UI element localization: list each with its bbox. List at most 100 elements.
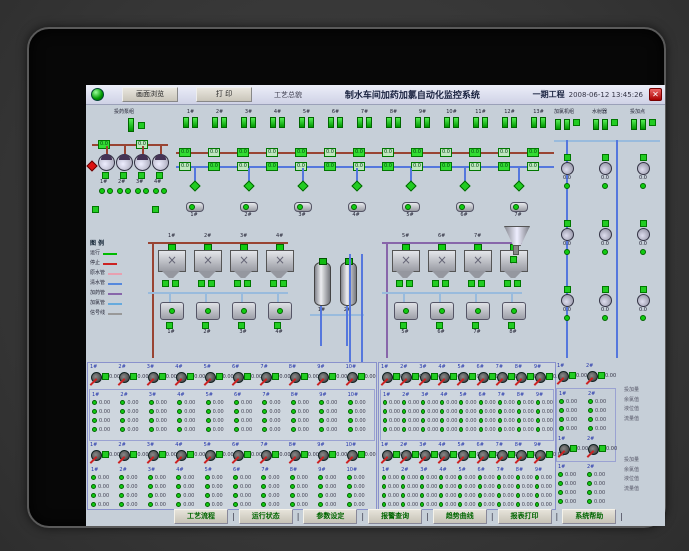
unit-valve-icon[interactable] [393,373,400,380]
sub-valve-icon[interactable] [166,322,173,329]
metering-pump-unit[interactable]: 4#0.00 [175,443,205,465]
valve-icon[interactable] [563,119,570,130]
sub-valve-icon[interactable] [274,322,281,329]
metering-pump-icon[interactable] [458,372,470,383]
metering-pump-icon[interactable] [147,372,159,383]
unit-valve-icon[interactable] [102,451,109,458]
valve-icon[interactable] [366,116,372,128]
unit-valve-icon[interactable] [357,451,365,458]
bottom-valve-icon[interactable] [504,280,511,287]
small-pump-icon[interactable] [636,228,650,241]
metering-pump-unit[interactable]: 3#0.00 [419,443,449,465]
taskbar-button-3[interactable]: 参数设定 [303,508,358,524]
unit-valve-icon[interactable] [431,451,439,458]
mixer-tank[interactable] [464,250,492,272]
solution-tank[interactable] [160,302,184,320]
ejector-assembly[interactable]: 0.0 [630,220,656,255]
valve-icon[interactable] [444,116,450,128]
metering-pump-icon[interactable] [515,372,527,383]
drain-valve-icon[interactable] [513,180,525,192]
metering-pump-unit[interactable]: 6#0.00 [477,365,507,387]
mixer-tank[interactable] [230,250,258,272]
bottom-valve-icon[interactable] [406,280,413,287]
metering-pump-icon[interactable] [534,372,546,383]
pump-valve-icon[interactable] [156,172,163,179]
unit-valve-icon[interactable] [469,451,477,458]
sub-valve-icon[interactable] [238,322,245,329]
solution-tank[interactable] [232,302,256,320]
metering-pump-icon[interactable] [318,450,330,461]
unit-valve-icon[interactable] [158,373,166,380]
unit-valve-icon[interactable] [215,373,223,380]
unit-valve-icon[interactable] [545,373,553,380]
valve-icon[interactable] [482,116,488,128]
drain-valve-icon[interactable] [351,180,363,192]
bottom-valve-icon[interactable] [478,280,485,287]
metering-pump-unit[interactable]: 6#0.00 [477,443,507,465]
valve-icon[interactable] [592,119,599,130]
unit-valve-icon[interactable] [244,373,251,380]
bottom-valve-icon[interactable] [514,280,521,287]
metering-pump-unit[interactable]: 1#0.00 [381,443,411,465]
metering-pump-icon[interactable] [91,450,102,461]
taskbar-button-5[interactable]: 趋势曲线 [432,508,487,524]
unit-valve-icon[interactable] [507,451,515,458]
filter-unit[interactable]: 11# [467,109,494,128]
valve-icon[interactable] [563,286,571,293]
dosing-pump[interactable] [98,154,115,171]
metering-pump-icon[interactable] [420,450,432,461]
metering-pump-icon[interactable] [382,372,393,383]
valve-icon[interactable] [610,119,618,126]
pressure-cylinder[interactable] [314,258,331,306]
valve-icon[interactable] [299,116,305,128]
close-icon[interactable]: ✕ [649,88,662,101]
valve-icon[interactable] [270,116,276,128]
small-pump-icon[interactable] [560,228,574,241]
unit-valve-icon[interactable] [393,451,400,458]
spare-valve-icon[interactable] [92,206,99,213]
valve-icon[interactable] [601,286,609,293]
unit-valve-icon[interactable] [599,445,606,452]
filter-unit[interactable]: 7# [351,109,378,128]
metering-pump-unit[interactable]: 2#0.00 [586,364,616,386]
feed-valve-icon[interactable] [138,122,145,129]
metering-pump-icon[interactable] [588,444,599,455]
sub-valve-icon[interactable] [508,322,515,329]
valve-icon[interactable] [639,119,646,130]
metering-pump-unit[interactable]: 6#0.00 [232,443,262,465]
valve-icon[interactable] [183,116,189,128]
valve-icon[interactable] [531,116,537,128]
metering-pump-unit[interactable]: 4#0.00 [438,365,468,387]
metering-pump-unit[interactable]: 5#0.00 [204,443,234,465]
view-button[interactable]: 画面浏览 [122,87,178,102]
dosing-pump[interactable] [116,154,133,171]
metering-pump-unit[interactable]: 4#0.00 [175,365,205,387]
metering-pump-icon[interactable] [534,450,546,461]
solution-tank[interactable] [502,302,526,320]
bottom-valve-icon[interactable] [396,280,403,287]
drain-valve-icon[interactable] [405,180,417,192]
mixer-tank[interactable] [194,250,222,272]
metering-pump-icon[interactable] [515,450,527,461]
filter-unit[interactable]: 6# [322,109,349,128]
bottom-valve-icon[interactable] [172,280,179,287]
unit-valve-icon[interactable] [130,373,138,380]
unit-valve-icon[interactable] [569,372,576,379]
metering-pump-unit[interactable]: 7#0.00 [496,443,526,465]
unit-valve-icon[interactable] [526,373,534,380]
metering-pump-unit[interactable]: 2#0.00 [118,443,149,465]
metering-pump-unit[interactable]: 3#0.00 [147,365,177,387]
bottom-valve-icon[interactable] [280,280,287,287]
metering-pump-icon[interactable] [401,450,413,461]
taskbar-button-2[interactable]: 运行状态 [238,508,293,524]
ejector-assembly[interactable]: 0.0 [592,154,618,189]
metering-pump-unit[interactable]: 10# 0.00 [346,365,376,387]
metering-pump-icon[interactable] [289,450,301,461]
metering-pump-icon[interactable] [382,450,393,461]
bottom-valve-icon[interactable] [270,280,277,287]
unit-valve-icon[interactable] [488,373,496,380]
valve-icon[interactable] [424,116,430,128]
metering-pump-icon[interactable] [119,372,131,383]
valve-icon[interactable] [337,116,343,128]
metering-pump-unit[interactable]: 3#0.00 [147,443,177,465]
